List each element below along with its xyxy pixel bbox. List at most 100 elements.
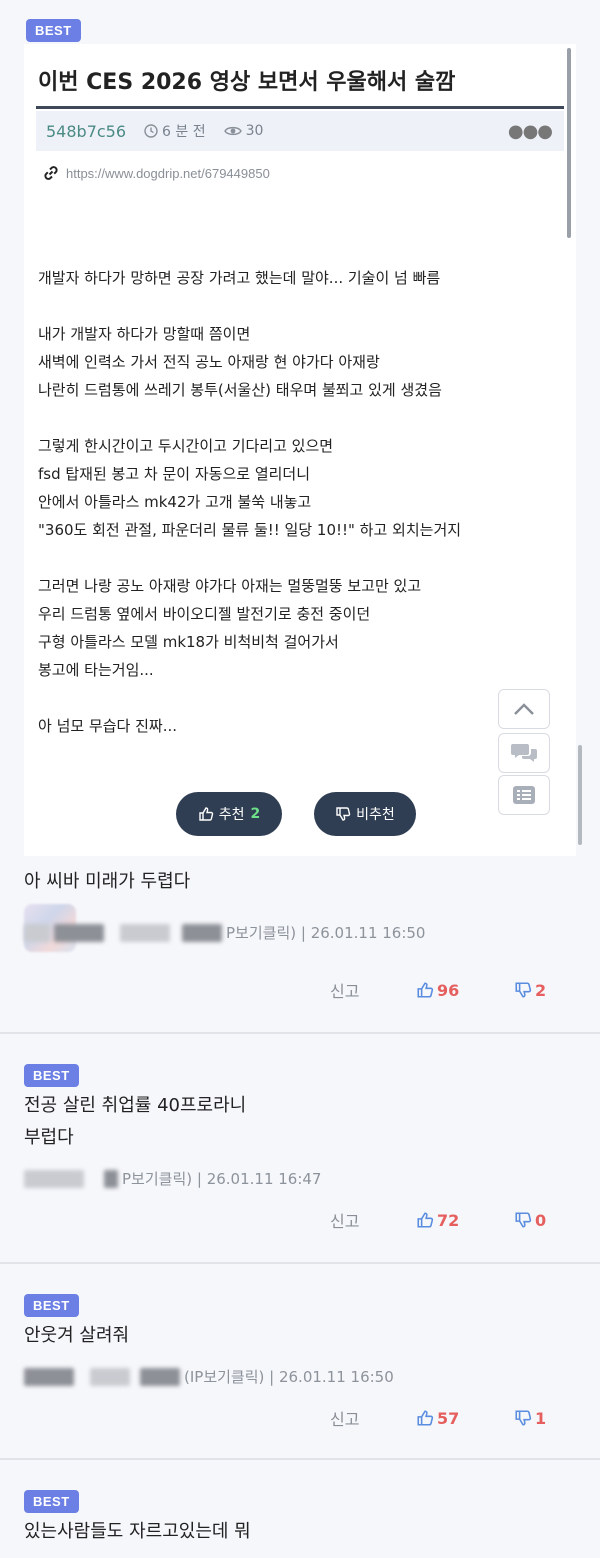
scroll-top-button[interactable] xyxy=(498,689,550,729)
best-badge: BEST xyxy=(24,1294,79,1317)
post-line: 그러면 나랑 공노 아재랑 야가다 아재는 멀뚱멀뚱 보고만 있고 xyxy=(38,577,422,595)
comment-line: 부럽다 xyxy=(24,1127,74,1148)
blurred-nickname xyxy=(120,923,170,942)
report-button[interactable]: 신고 xyxy=(330,1208,416,1232)
blurred-nickname xyxy=(140,1367,180,1386)
post-paragraph: 아 넘모 무습다 진짜... xyxy=(38,712,538,740)
comment-meta: P보기클릭) | 26.01.11 16:50 xyxy=(24,922,425,943)
thumbs-up-icon xyxy=(199,807,213,821)
link-icon xyxy=(44,166,58,180)
list-icon xyxy=(513,786,535,804)
blurred-nickname xyxy=(54,923,104,942)
scrollbar-thumb[interactable] xyxy=(567,48,571,238)
clock-icon xyxy=(144,124,158,138)
comment-meta: (IP보기클릭) | 26.01.11 16:50 xyxy=(24,1366,394,1387)
post-line: 개발자 하다가 망하면 공장 가려고 했는데 말야... 기술이 넘 빠름 xyxy=(38,269,441,287)
like-button[interactable]: 72 xyxy=(416,1211,514,1230)
thumbs-down-icon xyxy=(336,807,351,821)
upvote-count: 2 xyxy=(250,806,261,822)
blurred-nickname xyxy=(24,1367,74,1386)
blurred-nickname xyxy=(24,923,50,942)
comment-actions: 신고 72 0 xyxy=(330,1208,546,1232)
dislike-button[interactable]: 2 xyxy=(514,981,546,1000)
dislike-count: 0 xyxy=(535,1210,547,1230)
comment-ip-date[interactable]: P보기클릭) | 26.01.11 16:47 xyxy=(122,1168,321,1189)
report-button[interactable]: 신고 xyxy=(330,1406,416,1430)
list-button[interactable] xyxy=(498,775,550,815)
title-divider xyxy=(36,106,564,109)
scrollbar-thumb[interactable] xyxy=(578,745,582,845)
like-count: 72 xyxy=(437,1210,460,1230)
downvote-button[interactable]: 비추천 xyxy=(314,792,416,836)
best-badge: BEST xyxy=(24,1064,79,1087)
thumbs-down-icon xyxy=(515,1212,532,1228)
upvote-label: 추천 xyxy=(218,807,245,823)
dislike-button[interactable]: 1 xyxy=(514,1409,546,1428)
thumbs-up-icon xyxy=(417,1410,434,1426)
post-views: 30 xyxy=(223,123,264,139)
report-button[interactable]: 신고 xyxy=(330,978,416,1002)
blurred-nickname xyxy=(24,1169,84,1188)
post-time: 6 분 전 xyxy=(144,121,206,141)
comment-item: 아 씨바 미래가 두렵다 P보기클릭) | 26.01.11 16:50 신고 … xyxy=(0,862,600,1032)
comments-button[interactable] xyxy=(498,733,550,773)
comment-item: BEST 전공 살린 취업률 40프로라니 부럽다 P보기클릭) | 26.01… xyxy=(0,1034,600,1262)
source-url[interactable]: https://www.dogdrip.net/679449850 xyxy=(66,166,270,181)
comment-actions: 신고 96 2 xyxy=(330,978,546,1002)
post-paragraph: 그러면 나랑 공노 아재랑 야가다 아재는 멀뚱멀뚱 보고만 있고 우리 드럼통… xyxy=(38,572,538,684)
blurred-nickname xyxy=(104,1169,118,1188)
more-options-icon[interactable]: ●●● xyxy=(508,121,553,142)
comment-text: 있는사람들도 자르고있는데 뭐 xyxy=(24,1521,251,1542)
post-author[interactable]: 548b7c56 xyxy=(46,122,126,141)
best-badge: BEST xyxy=(26,19,81,42)
dislike-count: 1 xyxy=(535,1408,547,1428)
dislike-button[interactable]: 0 xyxy=(514,1211,546,1230)
like-button[interactable]: 57 xyxy=(416,1409,514,1428)
comment-item: BEST 안웃겨 살려줘 (IP보기클릭) | 26.01.11 16:50 신… xyxy=(0,1264,600,1458)
post-line: 그렇게 한시간이고 두시간이고 기다리고 있으면 xyxy=(38,437,334,455)
comment-item: BEST 있는사람들도 자르고있는데 뭐 xyxy=(0,1460,600,1558)
comment-text: 아 씨바 미래가 두렵다 xyxy=(24,871,191,892)
thumbs-down-icon xyxy=(515,1410,532,1426)
like-button[interactable]: 96 xyxy=(416,981,514,1000)
dislike-count: 2 xyxy=(535,980,547,1000)
comment-ip-date[interactable]: P보기클릭) | 26.01.11 16:50 xyxy=(226,922,425,943)
comment-text: 안웃겨 살려줘 xyxy=(24,1325,130,1346)
chat-bubbles-icon xyxy=(511,744,537,762)
blurred-nickname xyxy=(182,923,222,942)
post-line: 봉고에 타는거임... xyxy=(38,661,154,679)
thumbs-up-icon xyxy=(417,982,434,998)
chevron-up-icon xyxy=(514,703,534,715)
comment-text: 전공 살린 취업률 40프로라니 부럽다 xyxy=(24,1090,246,1154)
comment-meta: P보기클릭) | 26.01.11 16:47 xyxy=(24,1168,321,1189)
source-link[interactable]: https://www.dogdrip.net/679449850 xyxy=(42,164,270,182)
post-body: 개발자 하다가 망하면 공장 가려고 했는데 말야... 기술이 넘 빠름 내가… xyxy=(38,264,538,768)
post-paragraph: 내가 개발자 하다가 망할때 쯤이면 새벽에 인력소 가서 전직 공노 아재랑 … xyxy=(38,320,538,404)
post-views-count: 30 xyxy=(245,123,264,139)
eye-icon xyxy=(223,126,242,136)
post-title: 이번 CES 2026 영상 보면서 우울해서 술깜 xyxy=(38,70,456,95)
comment-line: 전공 살린 취업률 40프로라니 xyxy=(24,1095,247,1116)
downvote-label: 비추천 xyxy=(356,807,395,823)
post-line: 아 넘모 무습다 진짜... xyxy=(38,717,178,735)
post-paragraph: 개발자 하다가 망하면 공장 가려고 했는데 말야... 기술이 넘 빠름 xyxy=(38,264,538,292)
upvote-button[interactable]: 추천 2 xyxy=(176,792,282,836)
post-card: 이번 CES 2026 영상 보면서 우울해서 술깜 548b7c56 6 분 … xyxy=(24,44,576,856)
post-line: 구형 아틀라스 모델 mk18가 비척비척 걸어가서 xyxy=(38,633,339,651)
post-line: 나란히 드럼통에 쓰레기 봉투(서울산) 태우며 불쬐고 있게 생겼음 xyxy=(38,381,442,399)
post-line: 내가 개발자 하다가 망할때 쯤이면 xyxy=(38,325,251,343)
comment-ip-date[interactable]: (IP보기클릭) | 26.01.11 16:50 xyxy=(184,1366,394,1387)
post-line: "360도 회전 관절, 파운더리 물류 둘!! 일당 10!!" 하고 외치는… xyxy=(38,521,462,539)
post-time-text: 6 분 전 xyxy=(162,124,206,140)
post-line: 우리 드럼통 옆에서 바이오디젤 발전기로 충전 중이던 xyxy=(38,605,371,623)
blurred-nickname xyxy=(90,1367,130,1386)
comment-actions: 신고 57 1 xyxy=(330,1406,546,1430)
post-paragraph: 그렇게 한시간이고 두시간이고 기다리고 있으면 fsd 탑재된 봉고 차 문이… xyxy=(38,432,538,544)
like-count: 57 xyxy=(437,1408,460,1428)
vote-row: 추천 2 비추천 xyxy=(176,792,416,836)
post-meta-bar: 548b7c56 6 분 전 30 ●●● xyxy=(36,111,564,151)
like-count: 96 xyxy=(437,980,460,1000)
post-line: fsd 탑재된 봉고 차 문이 자동으로 열리더니 xyxy=(38,465,311,483)
thumbs-up-icon xyxy=(417,1212,434,1228)
best-badge: BEST xyxy=(24,1490,79,1513)
